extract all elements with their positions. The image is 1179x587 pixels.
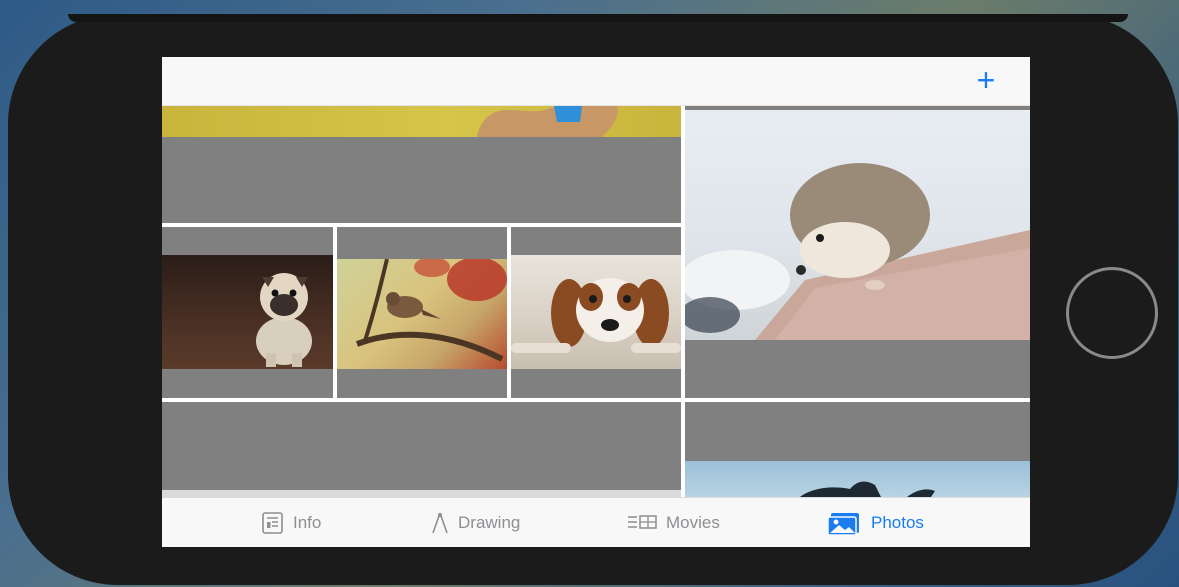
photo-sparrow: [337, 259, 507, 369]
pug-image: [256, 273, 312, 367]
hedgehog-image: [685, 163, 1030, 340]
tab-photos-label: Photos: [871, 513, 924, 532]
phone-top-edge: [68, 14, 1128, 22]
photo-cell[interactable]: [685, 106, 1030, 398]
tab-drawing-label: Drawing: [458, 513, 521, 532]
tab-drawing[interactable]: Drawing: [430, 498, 520, 547]
dog-partial-image: [477, 106, 618, 137]
photo-strip: [162, 490, 681, 497]
home-button[interactable]: [1066, 267, 1158, 359]
compass-icon: [430, 510, 450, 536]
app-screen: + Info Drawing Movies Photos: [162, 57, 1030, 547]
photo-pug: [162, 255, 333, 369]
newspaper-icon: [259, 510, 285, 536]
add-button[interactable]: +: [972, 63, 1000, 97]
tab-info-label: Info: [293, 513, 322, 532]
navigation-bar: +: [162, 57, 1030, 106]
spaniel-image: [511, 278, 681, 353]
photo-dog-partial: [162, 106, 681, 137]
tab-photos[interactable]: Photos: [827, 498, 924, 547]
tab-info[interactable]: Info: [259, 498, 321, 547]
photos-icon: [827, 510, 863, 536]
film-icon: [626, 510, 658, 536]
tab-bar: Info Drawing Movies Photos: [162, 497, 1030, 547]
tab-movies-label: Movies: [666, 513, 720, 532]
photo-grid: [162, 106, 1030, 497]
photo-hedgehog: [685, 110, 1030, 340]
photo-cell[interactable]: [337, 227, 507, 398]
photo-spaniel: [511, 255, 681, 369]
photo-cell[interactable]: [162, 227, 333, 398]
photo-cell[interactable]: [511, 227, 681, 398]
photo-cell[interactable]: [162, 402, 681, 497]
animal-partial-image: [800, 481, 935, 497]
photo-cell[interactable]: [162, 106, 681, 223]
sparrow-image: [355, 259, 507, 362]
tab-movies[interactable]: Movies: [626, 498, 720, 547]
photo-cell[interactable]: [685, 402, 1030, 497]
photo-animal-partial: [685, 461, 1030, 497]
